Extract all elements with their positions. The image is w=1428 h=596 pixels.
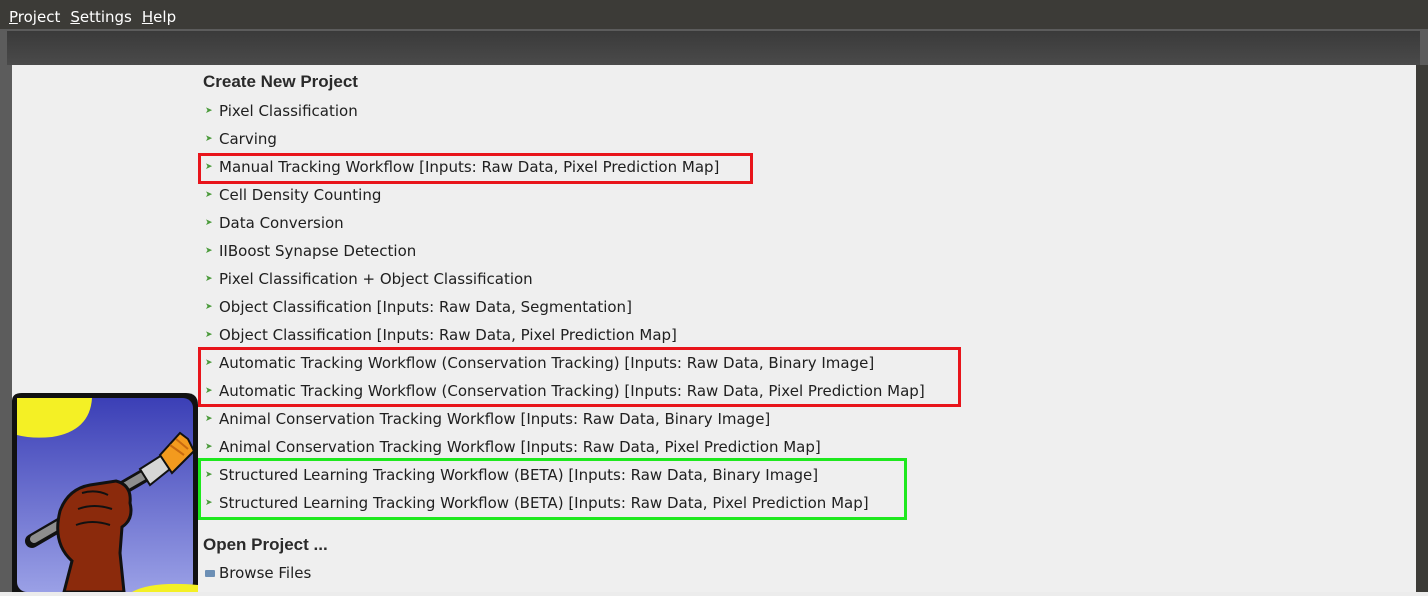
workflow-label: IIBoost Synapse Detection: [219, 242, 417, 260]
workflow-label: Object Classification [Inputs: Raw Data,…: [219, 326, 677, 344]
arrow-icon: ➤: [205, 498, 213, 508]
workflow-label: Structured Learning Tracking Workflow (B…: [219, 466, 819, 484]
menu-help-label: elp: [153, 8, 177, 26]
workflow-label: Automatic Tracking Workflow (Conservatio…: [219, 354, 875, 372]
workflow-label: Data Conversion: [219, 214, 344, 232]
workflow-link-structured-learning-binary[interactable]: ➤ Structured Learning Tracking Workflow (…: [205, 463, 818, 487]
arrow-icon: ➤: [205, 274, 213, 284]
menu-settings[interactable]: Settings: [70, 7, 132, 29]
arrow-icon: ➤: [205, 414, 213, 424]
arrow-icon: ➤: [205, 442, 213, 452]
arrow-icon: ➤: [205, 470, 213, 480]
menu-help-mnemonic: H: [141, 8, 154, 26]
workflow-label: Object Classification [Inputs: Raw Data,…: [219, 298, 632, 316]
arrow-icon: ➤: [205, 134, 213, 144]
workflow-label: Animal Conservation Tracking Workflow [I…: [219, 410, 771, 428]
workflow-label: Animal Conservation Tracking Workflow [I…: [219, 438, 821, 456]
workflow-link-structured-learning-prediction[interactable]: ➤ Structured Learning Tracking Workflow (…: [205, 491, 869, 515]
arrow-icon: ➤: [205, 358, 213, 368]
create-project-heading: Create New Project: [203, 72, 358, 91]
arrow-icon: ➤: [205, 218, 213, 228]
folder-icon: [205, 569, 215, 577]
arrow-icon: ➤: [205, 190, 213, 200]
workflow-link-cell-density-counting[interactable]: ➤ Cell Density Counting: [205, 183, 381, 207]
workflow-link-automatic-tracking-prediction[interactable]: ➤ Automatic Tracking Workflow (Conservati…: [205, 379, 925, 403]
workflow-label: Structured Learning Tracking Workflow (B…: [219, 494, 869, 512]
browse-files-link[interactable]: Browse Files: [205, 561, 311, 585]
menu-project-mnemonic: P: [9, 8, 18, 26]
workflow-link-automatic-tracking-binary[interactable]: ➤ Automatic Tracking Workflow (Conservati…: [205, 351, 874, 375]
arrow-icon: ➤: [205, 330, 213, 340]
workflow-label: Pixel Classification + Object Classifica…: [219, 270, 533, 288]
menu-project-label: roject: [17, 8, 61, 26]
arrow-icon: ➤: [205, 106, 213, 116]
workflow-label: Carving: [219, 130, 277, 148]
menu-bar: Project Settings Help: [0, 0, 1428, 29]
workflow-link-carving[interactable]: ➤ Carving: [205, 127, 277, 151]
workflow-link-object-classification-prediction[interactable]: ➤ Object Classification [Inputs: Raw Data…: [205, 323, 677, 347]
arrow-icon: ➤: [205, 246, 213, 256]
workflow-link-animal-tracking-binary[interactable]: ➤ Animal Conservation Tracking Workflow […: [205, 407, 770, 431]
workflow-link-manual-tracking[interactable]: ➤ Manual Tracking Workflow [Inputs: Raw D…: [205, 155, 719, 179]
workflow-label: Manual Tracking Workflow [Inputs: Raw Da…: [219, 158, 720, 176]
workflow-label: Cell Density Counting: [219, 186, 382, 204]
workflow-link-pixel-object-classification[interactable]: ➤ Pixel Classification + Object Classific…: [205, 267, 533, 291]
workflow-link-animal-tracking-prediction[interactable]: ➤ Animal Conservation Tracking Workflow […: [205, 435, 821, 459]
workflow-link-data-conversion[interactable]: ➤ Data Conversion: [205, 211, 344, 235]
arrow-icon: ➤: [205, 162, 213, 172]
ilastik-logo: [12, 393, 198, 594]
workflow-label: Pixel Classification: [219, 102, 358, 120]
workflow-link-pixel-classification[interactable]: ➤ Pixel Classification: [205, 99, 358, 123]
arrow-icon: ➤: [205, 302, 213, 312]
workflow-label: Automatic Tracking Workflow (Conservatio…: [219, 382, 925, 400]
browse-files-label: Browse Files: [219, 564, 312, 582]
menu-settings-mnemonic: S: [70, 8, 80, 26]
window-frame-right: [1416, 65, 1428, 592]
toolbar-area: [7, 31, 1420, 65]
menu-help[interactable]: Help: [142, 7, 176, 29]
menu-settings-label: ettings: [79, 8, 132, 26]
workflow-link-iiboost-synapse-detection[interactable]: ➤ IIBoost Synapse Detection: [205, 239, 416, 263]
menu-project[interactable]: Project: [9, 7, 60, 29]
arrow-icon: ➤: [205, 386, 213, 396]
open-project-heading: Open Project ...: [203, 535, 328, 554]
workflow-link-object-classification-segmentation[interactable]: ➤ Object Classification [Inputs: Raw Data…: [205, 295, 632, 319]
